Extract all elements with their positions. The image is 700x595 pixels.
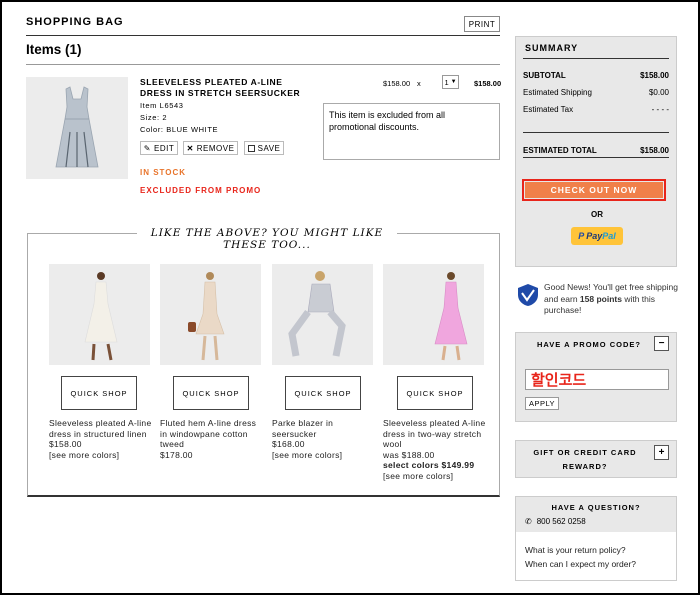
save-icon [247, 144, 255, 152]
total-row: ESTIMATED TOTAL $158.00 [523, 146, 669, 155]
product-info: Sleeveless pleated A-line dress in struc… [49, 418, 154, 460]
product-sale-price: select colors $149.99 [383, 460, 475, 470]
paypal-pay-text: Pay [586, 231, 603, 241]
item-total: $158.00 [474, 79, 502, 88]
summary-divider [523, 58, 669, 59]
checkout-button[interactable]: CHECK OUT NOW [525, 182, 663, 198]
product-price: $158.00 [49, 439, 82, 449]
expand-toggle-button[interactable]: + [654, 445, 669, 460]
total-value: $158.00 [640, 146, 669, 155]
item-number: Item L6543 [140, 101, 184, 110]
tax-label: Estimated Tax [523, 105, 574, 114]
product-info: Parke blazer in seersucker $168.00 [see … [272, 418, 377, 460]
product-was-price: was $188.00 [383, 449, 435, 460]
checkout-outline: CHECK OUT NOW [522, 179, 666, 201]
recommendations-heading: LIKE THE ABOVE? YOU MIGHT LIKE THESE TOO… [137, 227, 397, 251]
page-title: SHOPPING BAG [26, 16, 124, 28]
promo-excluded-label: EXCLUDED FROM PROMO [140, 186, 262, 195]
pencil-icon: ✎ [143, 143, 151, 153]
product-image[interactable] [383, 264, 484, 365]
subtotal-row: SUBTOTAL $158.00 [523, 71, 669, 80]
remove-button[interactable]: ✕ REMOVE [183, 141, 238, 155]
faq-link[interactable]: What is your return policy? [525, 545, 626, 555]
gift-title[interactable]: GIFT OR CREDIT CARD REWARD? [532, 446, 638, 474]
see-more-colors-link[interactable]: [see more colors] [272, 450, 377, 461]
paypal-pal-text: Pal [602, 231, 616, 241]
product-price: $168.00 [272, 439, 305, 449]
help-title: HAVE A QUESTION? [551, 503, 641, 512]
shipping-value: $0.00 [648, 88, 669, 97]
product-info: Sleeveless pleated A-line dress in two-w… [383, 418, 488, 481]
promo-code-input[interactable]: 할인코드 [525, 369, 669, 390]
faq-link[interactable]: When can I expect my order? [525, 559, 636, 569]
see-more-colors-link[interactable]: [see more colors] [383, 471, 488, 482]
see-more-colors-link[interactable]: [see more colors] [49, 450, 154, 461]
quick-shop-button[interactable]: QUICK SHOP [173, 376, 249, 410]
phone-row: ✆ 800 562 0258 [525, 517, 586, 526]
summary-divider [523, 157, 669, 158]
product-name[interactable]: Sleeveless pleated A-line dress in two-w… [383, 418, 488, 450]
quick-shop-button[interactable]: QUICK SHOP [285, 376, 361, 410]
phone-number[interactable]: 800 562 0258 [537, 517, 586, 526]
product-price: $178.00 [160, 449, 193, 460]
items-divider [26, 64, 500, 65]
paypal-button[interactable]: P Pay Pal [571, 227, 623, 245]
promo-title[interactable]: HAVE A PROMO CODE? [537, 340, 641, 349]
product-name[interactable]: Parke blazer in seersucker [272, 418, 377, 439]
shipping-label: Estimated Shipping [523, 88, 592, 97]
total-label: ESTIMATED TOTAL [523, 146, 597, 155]
header-divider [26, 35, 500, 36]
paypal-icon: P [578, 231, 585, 241]
product-info: Fluted hem A-line dress in windowpane co… [160, 418, 265, 460]
quick-shop-button[interactable]: QUICK SHOP [61, 376, 137, 410]
save-button[interactable]: SAVE [244, 141, 284, 155]
stock-status: IN STOCK [140, 168, 187, 177]
points-value: 158 points [579, 293, 622, 304]
points-message: Good News! You'll get free shipping and … [544, 282, 679, 317]
promo-exclusion-note: This item is excluded from all promotion… [323, 103, 500, 160]
quick-shop-button[interactable]: QUICK SHOP [397, 376, 473, 410]
item-color: Color: BLUE WHITE [140, 125, 219, 134]
item-price: $158.00 [383, 79, 411, 88]
product-name[interactable]: Fluted hem A-line dress in windowpane co… [160, 418, 265, 450]
quantity-value: 1 [444, 77, 449, 87]
product-image[interactable] [49, 264, 150, 365]
shipping-row: Estimated Shipping $0.00 [523, 88, 669, 97]
summary-divider [523, 132, 669, 133]
item-image[interactable] [26, 77, 128, 179]
remove-label: REMOVE [196, 143, 235, 153]
subtotal-label: SUBTOTAL [523, 71, 566, 80]
product-image[interactable] [160, 264, 261, 365]
phone-icon: ✆ [525, 517, 532, 526]
product-image[interactable] [272, 264, 373, 365]
item-name[interactable]: SLEEVELESS PLEATED A-LINE DRESS IN STRET… [140, 77, 310, 99]
edit-label: EDIT [153, 143, 175, 153]
times-sign: x [417, 79, 421, 88]
quantity-select[interactable]: 1 ▼ [442, 75, 459, 89]
tax-value: - - - - [651, 105, 669, 114]
item-size: Size: 2 [140, 113, 168, 122]
print-button[interactable]: PRINT [464, 16, 500, 32]
save-label: SAVE [257, 143, 281, 153]
apply-button[interactable]: APPLY [525, 397, 559, 410]
edit-button[interactable]: ✎ EDIT [140, 141, 178, 155]
summary-title: SUMMARY [525, 43, 579, 53]
product-name[interactable]: Sleeveless pleated A-line dress in struc… [49, 418, 154, 439]
items-heading: Items (1) [26, 42, 82, 57]
rewards-shield-icon [517, 283, 539, 307]
subtotal-value: $158.00 [640, 71, 669, 80]
tax-row: Estimated Tax - - - - [523, 105, 669, 114]
close-icon: ✕ [186, 143, 194, 153]
caret-down-icon: ▼ [450, 79, 457, 85]
or-label: OR [591, 210, 603, 219]
page: SHOPPING BAG PRINT Items (1) SLEEVELESS … [2, 2, 698, 593]
collapse-toggle-button[interactable]: − [654, 336, 669, 351]
